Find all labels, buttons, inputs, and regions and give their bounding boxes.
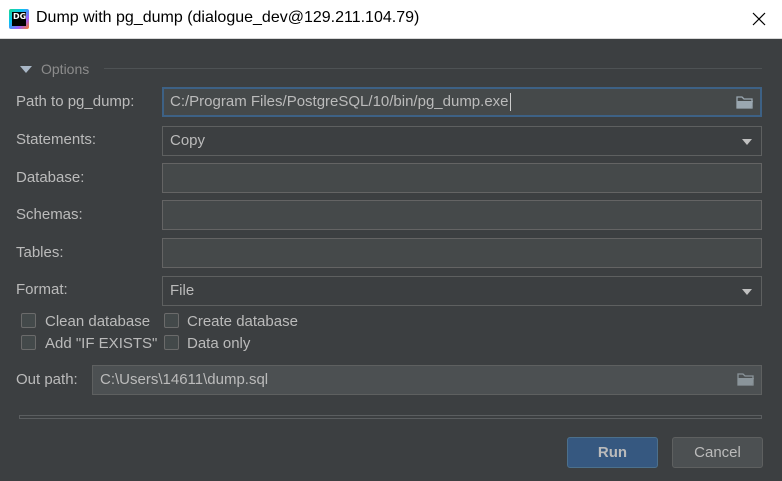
tables-input[interactable] xyxy=(162,238,762,268)
out-path-input[interactable]: C:\Users\14611\dump.sql xyxy=(92,365,762,395)
title-bar: DG Dump with pg_dump (dialogue_dev@129.2… xyxy=(0,0,782,39)
chevron-down-icon xyxy=(742,289,752,295)
database-input[interactable] xyxy=(162,163,762,193)
add-if-exists-label[interactable]: Add "IF EXISTS" xyxy=(45,335,157,352)
format-value: File xyxy=(170,282,195,299)
path-to-pg-dump-input[interactable]: C:/Program Files/PostgreSQL/10/bin/pg_du… xyxy=(162,87,762,117)
out-path-label: Out path: xyxy=(16,371,78,388)
data-only-label[interactable]: Data only xyxy=(187,335,250,352)
schemas-input[interactable] xyxy=(162,200,762,230)
collapse-triangle-icon xyxy=(20,65,32,73)
database-label: Database: xyxy=(16,169,85,186)
statements-select[interactable]: Copy xyxy=(162,126,762,156)
options-section-toggle[interactable]: Options xyxy=(20,60,89,78)
statements-value: Copy xyxy=(170,132,206,149)
section-divider xyxy=(104,68,762,69)
schemas-label: Schemas: xyxy=(16,206,83,223)
format-label: Format: xyxy=(16,281,68,298)
path-value: C:/Program Files/PostgreSQL/10/bin/pg_du… xyxy=(170,93,509,110)
tables-label: Tables: xyxy=(16,244,64,261)
clean-database-label[interactable]: Clean database xyxy=(45,313,150,330)
chevron-down-icon xyxy=(742,139,752,145)
text-caret xyxy=(509,93,511,112)
out-path-value: C:\Users\14611\dump.sql xyxy=(100,371,269,388)
path-label: Path to pg_dump: xyxy=(16,93,135,110)
cancel-button[interactable]: Cancel xyxy=(672,437,763,468)
create-database-checkbox[interactable] xyxy=(164,313,179,328)
options-header: Options xyxy=(41,61,90,77)
format-select[interactable]: File xyxy=(162,276,762,306)
app-icon-text: DG xyxy=(12,12,26,26)
bottom-separator xyxy=(19,415,762,419)
add-if-exists-checkbox[interactable] xyxy=(21,335,36,350)
folder-icon[interactable] xyxy=(736,95,754,109)
app-icon: DG xyxy=(9,9,29,29)
statements-label: Statements: xyxy=(16,131,97,148)
data-only-checkbox[interactable] xyxy=(164,335,179,350)
create-database-label[interactable]: Create database xyxy=(187,313,298,330)
close-icon[interactable] xyxy=(746,6,772,32)
run-button[interactable]: Run xyxy=(567,437,658,468)
window-title: Dump with pg_dump (dialogue_dev@129.211.… xyxy=(36,9,420,26)
clean-database-checkbox[interactable] xyxy=(21,313,36,328)
folder-icon[interactable] xyxy=(737,372,755,386)
